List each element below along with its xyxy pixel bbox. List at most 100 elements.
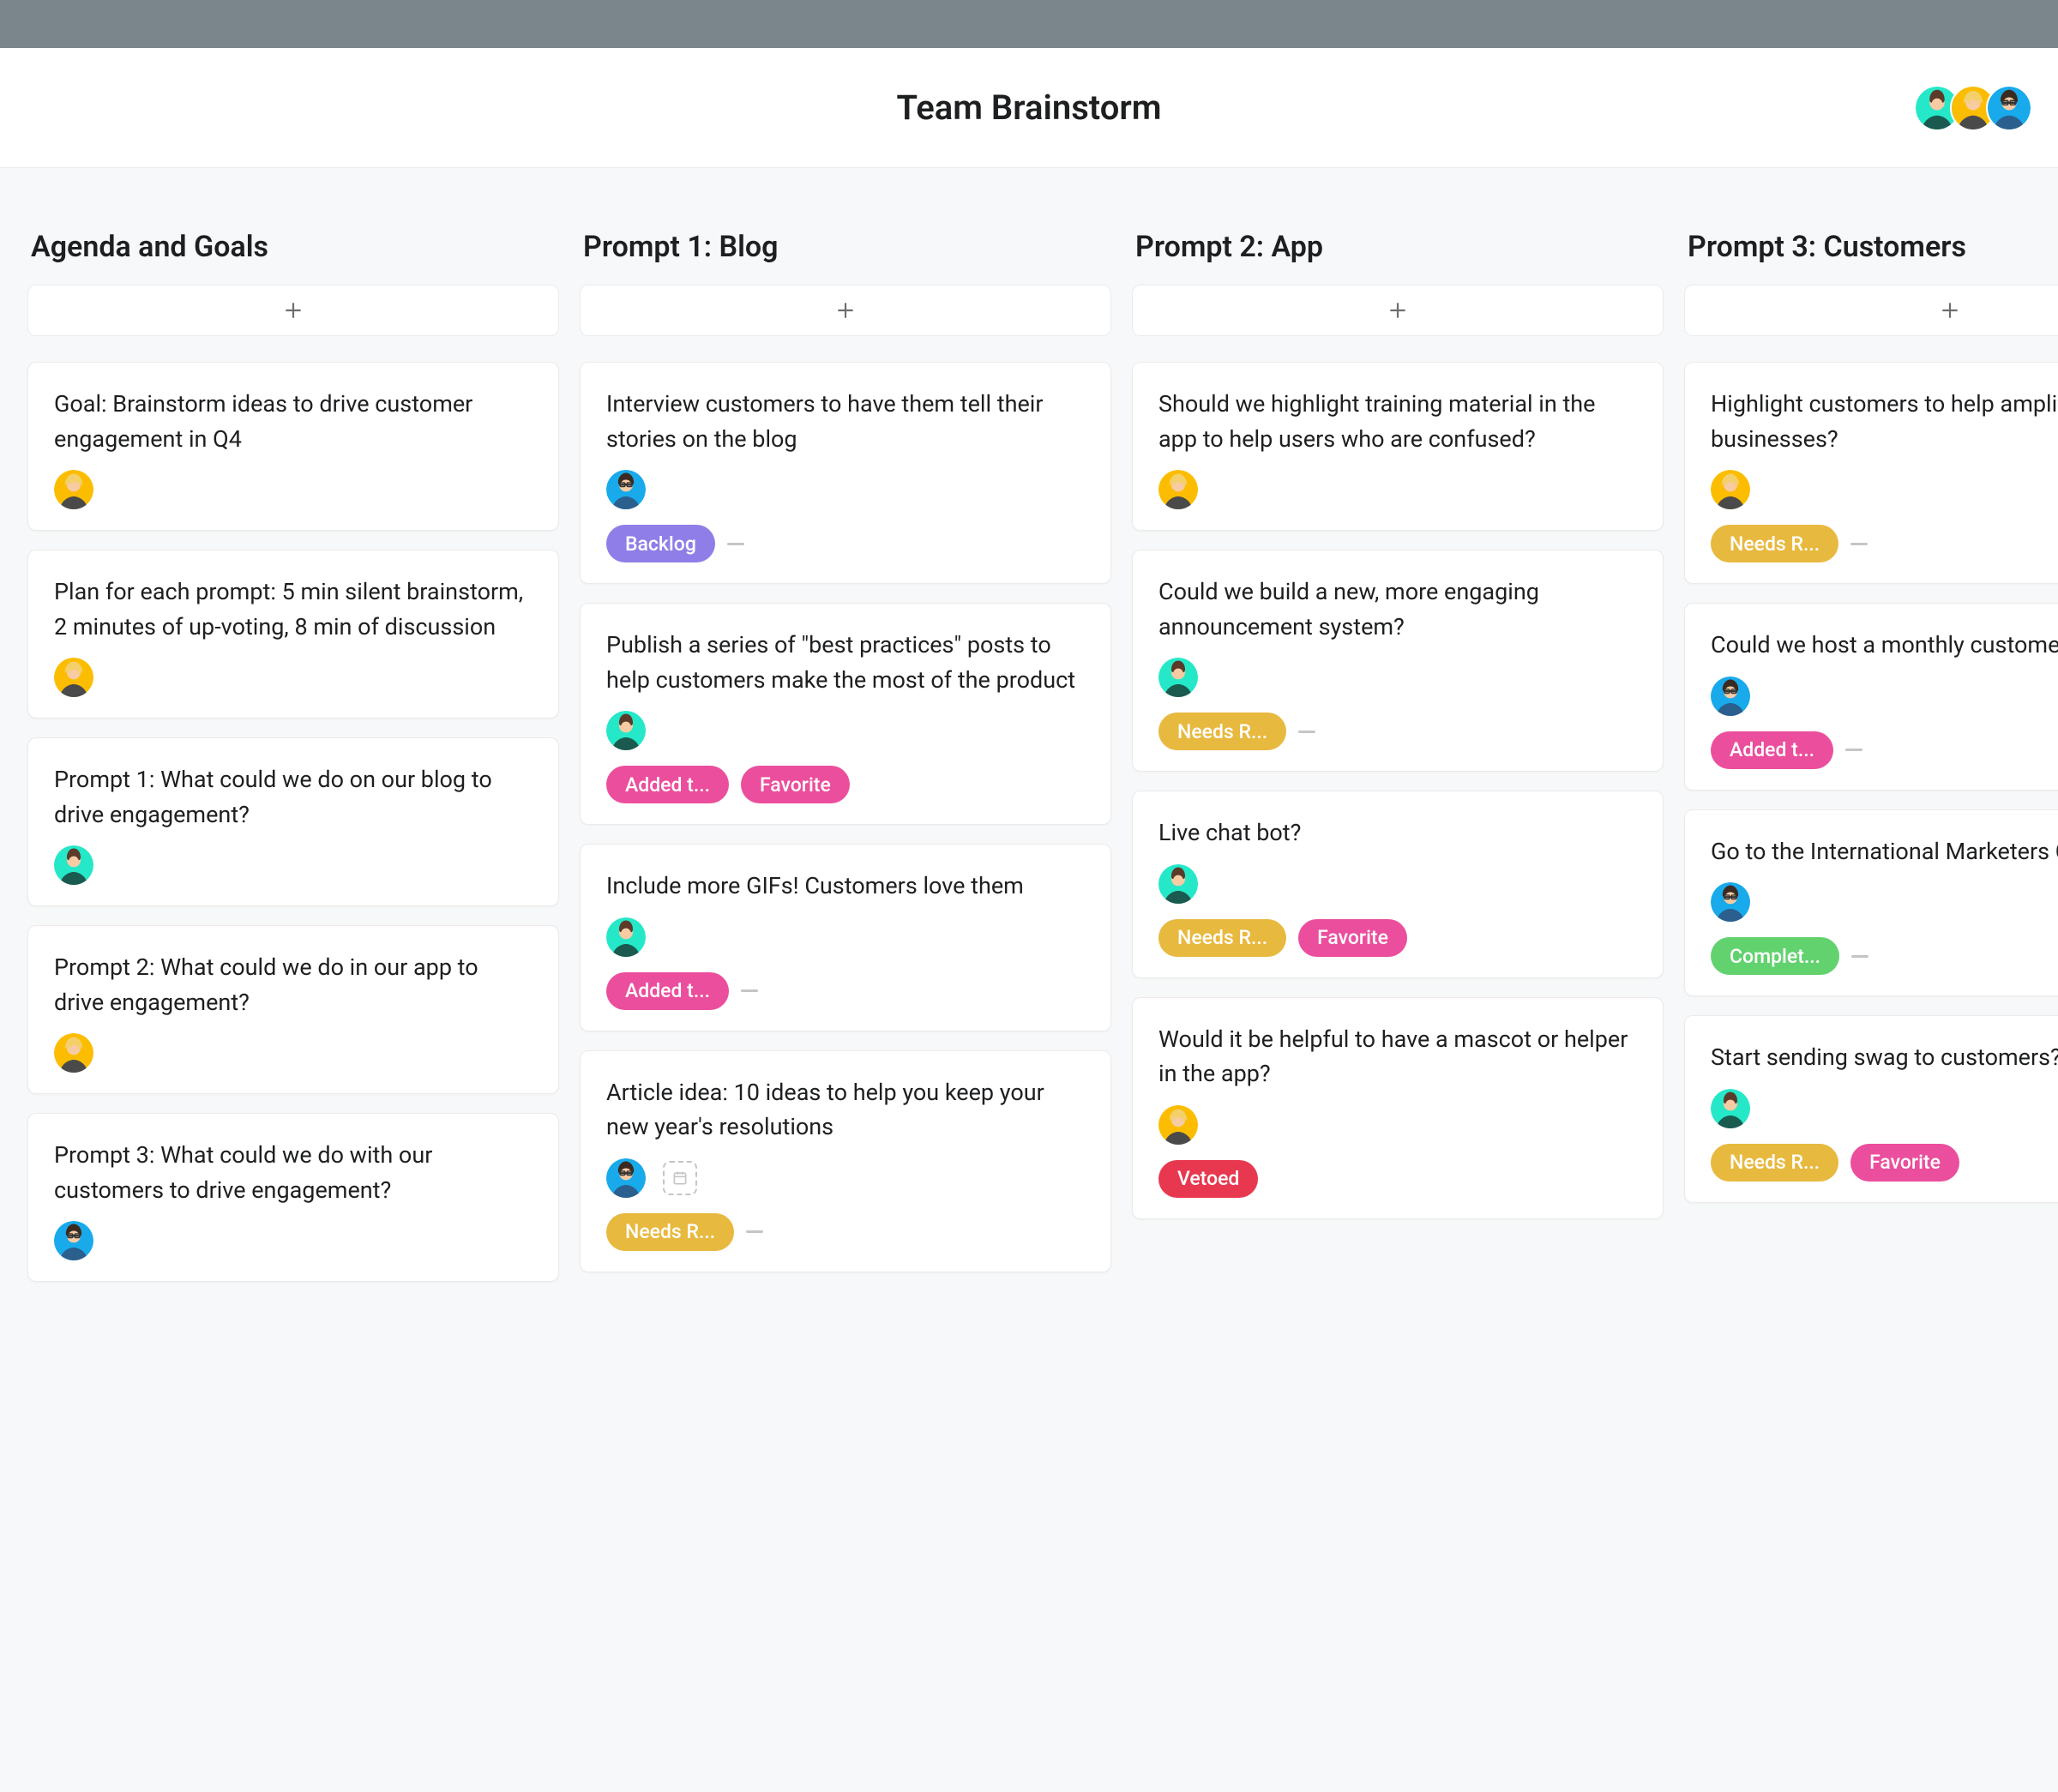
collaborator-avatars[interactable] xyxy=(1914,85,2032,131)
assignee-avatar[interactable] xyxy=(54,470,93,509)
status-tag[interactable]: Favorite xyxy=(1298,919,1407,957)
card-tags: Complet... xyxy=(1711,937,2058,975)
assignee-avatar[interactable] xyxy=(1158,658,1198,697)
card[interactable]: Plan for each prompt: 5 min silent brain… xyxy=(27,550,559,719)
card[interactable]: Start sending swag to customers?Needs R.… xyxy=(1684,1015,2058,1203)
assignee-avatar[interactable] xyxy=(1711,1089,1750,1128)
card-tags: Backlog xyxy=(606,525,1085,562)
status-tag[interactable]: Needs R... xyxy=(1711,1144,1838,1182)
plus-icon xyxy=(282,299,304,322)
assignee-avatar[interactable] xyxy=(1711,470,1750,509)
column-title[interactable]: Prompt 2: App xyxy=(1132,230,1664,285)
card[interactable]: Prompt 3: What could we do with our cust… xyxy=(27,1113,559,1282)
assignee-avatar[interactable] xyxy=(606,711,646,750)
card[interactable]: Goal: Brainstorm ideas to drive customer… xyxy=(27,362,559,531)
card-title: Prompt 2: What could we do in our app to… xyxy=(54,950,533,1019)
card-meta xyxy=(54,1221,533,1260)
card-meta xyxy=(54,470,533,509)
card-title: Would it be helpful to have a mascot or … xyxy=(1158,1022,1637,1091)
card-tags: Added t... xyxy=(1711,731,2058,769)
card[interactable]: Could we host a monthly customer meet up… xyxy=(1684,603,2058,791)
card-tags: Vetoed xyxy=(1158,1160,1637,1198)
assignee-avatar[interactable] xyxy=(606,1158,646,1198)
assignee-avatar[interactable] xyxy=(1711,677,1750,716)
status-tag[interactable]: Added t... xyxy=(606,766,729,803)
status-tag[interactable]: Needs R... xyxy=(1711,525,1838,562)
board-column: Prompt 2: App Should we highlight trainin… xyxy=(1132,230,1664,1238)
status-tag[interactable]: Favorite xyxy=(741,766,850,803)
add-card-button[interactable] xyxy=(580,285,1111,336)
status-tag[interactable]: Needs R... xyxy=(606,1213,734,1251)
assignee-avatar[interactable] xyxy=(54,1033,93,1073)
board-column: Agenda and Goals Goal: Brainstorm ideas t… xyxy=(27,230,559,1301)
add-card-button[interactable] xyxy=(27,285,559,336)
card-title: Could we host a monthly customer meet up… xyxy=(1711,628,2058,663)
assignee-avatar[interactable] xyxy=(606,470,646,509)
card-meta xyxy=(1158,470,1637,509)
assignee-avatar[interactable] xyxy=(606,917,646,957)
card[interactable]: Would it be helpful to have a mascot or … xyxy=(1132,997,1664,1219)
plus-icon xyxy=(834,299,857,322)
column-title[interactable]: Prompt 3: Customers xyxy=(1684,230,2058,285)
card-meta xyxy=(1711,1089,2058,1128)
window-chrome-bar xyxy=(0,0,2058,48)
column-title[interactable]: Agenda and Goals xyxy=(27,230,559,285)
card-meta xyxy=(606,711,1085,750)
card-meta xyxy=(54,1033,533,1073)
card-title: Should we highlight training material in… xyxy=(1158,387,1637,456)
add-tag-placeholder[interactable] xyxy=(727,543,744,545)
plus-icon xyxy=(1939,299,1961,322)
card[interactable]: Interview customers to have them tell th… xyxy=(580,362,1111,584)
card-meta xyxy=(54,845,533,885)
card-meta xyxy=(606,470,1085,509)
status-tag[interactable]: Needs R... xyxy=(1158,919,1286,957)
card[interactable]: Prompt 2: What could we do in our app to… xyxy=(27,925,559,1094)
add-tag-placeholder[interactable] xyxy=(741,989,758,992)
collaborator-avatar[interactable] xyxy=(1986,85,2032,131)
status-tag[interactable]: Added t... xyxy=(1711,731,1833,769)
add-card-button[interactable] xyxy=(1132,285,1664,336)
card[interactable]: Highlight customers to help amplify thei… xyxy=(1684,362,2058,584)
card[interactable]: Could we build a new, more engaging anno… xyxy=(1132,550,1664,772)
card[interactable]: Live chat bot?Needs R...Favorite xyxy=(1132,791,1664,978)
status-tag[interactable]: Needs R... xyxy=(1158,713,1286,750)
status-tag[interactable]: Added t... xyxy=(606,972,729,1010)
card-title: Plan for each prompt: 5 min silent brain… xyxy=(54,574,533,644)
card[interactable]: Publish a series of "best practices" pos… xyxy=(580,603,1111,825)
add-tag-placeholder[interactable] xyxy=(1298,731,1315,733)
status-tag[interactable]: Complet... xyxy=(1711,937,1839,975)
add-tag-placeholder[interactable] xyxy=(1845,749,1862,751)
column-title[interactable]: Prompt 1: Blog xyxy=(580,230,1111,285)
assignee-avatar[interactable] xyxy=(1711,882,1750,922)
card-tags: Needs R... Favorite xyxy=(1711,1144,2058,1182)
assignee-avatar[interactable] xyxy=(1158,470,1198,509)
card[interactable]: Prompt 1: What could we do on our blog t… xyxy=(27,737,559,906)
card[interactable]: Go to the International Marketers Confer… xyxy=(1684,809,2058,997)
due-date-icon[interactable] xyxy=(663,1161,697,1195)
card-meta xyxy=(1158,658,1637,697)
status-tag[interactable]: Vetoed xyxy=(1158,1160,1258,1198)
assignee-avatar[interactable] xyxy=(54,845,93,885)
card[interactable]: Article idea: 10 ideas to help you keep … xyxy=(580,1050,1111,1272)
add-tag-placeholder[interactable] xyxy=(1850,543,1868,545)
card-title: Go to the International Marketers Confer… xyxy=(1711,834,2058,869)
add-tag-placeholder[interactable] xyxy=(746,1230,763,1233)
assignee-avatar[interactable] xyxy=(54,1221,93,1260)
status-tag[interactable]: Favorite xyxy=(1850,1144,1959,1182)
card-title: Publish a series of "best practices" pos… xyxy=(606,628,1085,697)
card-meta xyxy=(1711,470,2058,509)
add-card-button[interactable] xyxy=(1684,285,2058,336)
assignee-avatar[interactable] xyxy=(1158,864,1198,904)
board-column: Prompt 1: Blog Interview customers to hav… xyxy=(580,230,1111,1291)
card[interactable]: Should we highlight training material in… xyxy=(1132,362,1664,531)
card-meta xyxy=(1711,677,2058,716)
board[interactable]: Agenda and Goals Goal: Brainstorm ideas t… xyxy=(0,168,2058,1792)
add-tag-placeholder[interactable] xyxy=(1851,955,1868,958)
assignee-avatar[interactable] xyxy=(1158,1105,1198,1145)
card-tags: Needs R... xyxy=(1711,525,2058,562)
card-tags: Needs R... xyxy=(1158,713,1637,750)
assignee-avatar[interactable] xyxy=(54,658,93,697)
card[interactable]: Include more GIFs! Customers love themAd… xyxy=(580,844,1111,1031)
card-title: Goal: Brainstorm ideas to drive customer… xyxy=(54,387,533,456)
status-tag[interactable]: Backlog xyxy=(606,525,715,562)
